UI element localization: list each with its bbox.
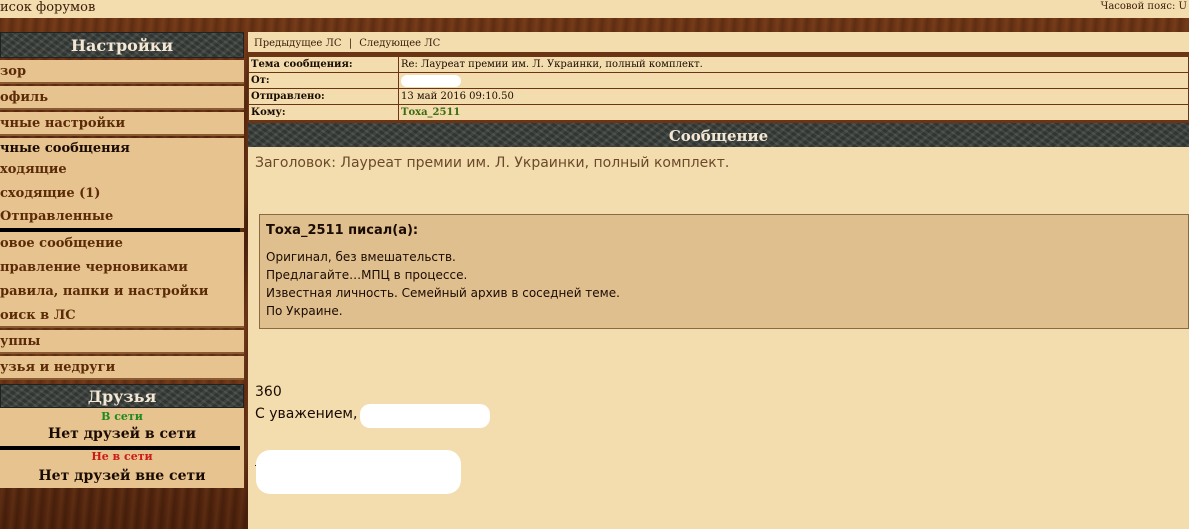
meta-key: Тема сообщения:: [248, 56, 399, 73]
message-panel: Предыдущее ЛС | Следующее ЛС Тема сообще…: [248, 32, 1189, 529]
nav-separator: |: [348, 38, 353, 49]
quote-line: Оригинал, без вмешательств.: [266, 250, 456, 264]
sidebar-item-outbox[interactable]: сходящие (1): [0, 182, 244, 206]
quote-block: Тоха_2511 писал(а): Оригинал, без вмешат…: [259, 214, 1189, 329]
offline-none-text: Нет друзей вне сети: [38, 468, 206, 484]
recipient-link[interactable]: Тоха_2511: [398, 104, 1189, 121]
sidebar-item-new-message[interactable]: овое сообщение: [0, 232, 244, 256]
sidebar-item-profile[interactable]: офиль: [0, 86, 244, 110]
redacted-sender: [401, 74, 461, 87]
sidebar-item-friends-foes[interactable]: узья и недруги: [0, 356, 244, 380]
meta-key: От:: [248, 72, 399, 89]
sidebar-item-rules-folders[interactable]: равила, папки и настройки: [0, 280, 244, 304]
quote-line: Предлагайте…МПЦ в процессе.: [266, 268, 468, 282]
signature-regards: С уважением,: [255, 406, 358, 422]
offline-label: Не в сети: [91, 450, 153, 463]
message-body: Заголовок: Лауреат премии им. Л. Украинк…: [248, 147, 1189, 494]
meta-value-sent: 13 май 2016 09:10.50: [398, 88, 1189, 105]
sidebar: Настройки зор офиль чные настройки чные …: [0, 32, 244, 488]
friends-panel: В сети Нет друзей в сети Не в сети Нет д…: [0, 408, 244, 488]
meta-row-to: Кому: Тоха_2511: [248, 104, 1189, 121]
sidebar-item-sent[interactable]: Отправленные: [0, 206, 244, 228]
online-none-text: Нет друзей в сети: [48, 426, 196, 442]
redacted-signature-image: [256, 450, 461, 494]
prev-pm-link[interactable]: Предыдущее ЛС: [254, 38, 342, 49]
meta-row-subject: Тема сообщения: Re: Лауреат премии им. Л…: [248, 56, 1189, 73]
meta-row-sent: Отправлено: 13 май 2016 09:10.50: [248, 88, 1189, 105]
meta-value-subject: Re: Лауреат премии им. Л. Украинки, полн…: [398, 56, 1189, 73]
sidebar-section-private-messages[interactable]: чные сообщения: [0, 138, 244, 160]
message-subject: Заголовок: Лауреат премии им. Л. Украинк…: [255, 155, 730, 171]
message-header: Сообщение: [248, 121, 1189, 147]
message-meta-table: Тема сообщения: Re: Лауреат премии им. Л…: [248, 56, 1189, 121]
sidebar-item-overview[interactable]: зор: [0, 60, 244, 84]
forums-list-link[interactable]: исок форумов: [0, 0, 95, 16]
sidebar-item-groups[interactable]: уппы: [0, 330, 244, 354]
redacted-signature-name: [360, 404, 490, 428]
next-pm-link[interactable]: Следующее ЛС: [359, 38, 440, 49]
meta-row-from: От:: [248, 72, 1189, 89]
sidebar-item-inbox[interactable]: ходящие: [0, 160, 244, 182]
sidebar-item-pm-search[interactable]: оиск в ЛС: [0, 304, 244, 328]
pm-navigation: Предыдущее ЛС | Следующее ЛС: [248, 32, 1189, 56]
signature-number: 360: [255, 384, 282, 400]
timezone-label: Часовой пояс: U: [1100, 1, 1187, 12]
quote-line: Известная личность. Семейный архив в сос…: [266, 286, 620, 300]
online-label: В сети: [101, 410, 143, 423]
top-bar: исок форумов Часовой пояс: U: [0, 0, 1189, 18]
settings-header: Настройки: [0, 32, 244, 58]
meta-key: Отправлено:: [248, 88, 399, 105]
sidebar-item-drafts[interactable]: правление черновиками: [0, 256, 244, 280]
meta-key: Кому:: [248, 104, 399, 121]
friends-header: Друзья: [0, 384, 244, 408]
sidebar-item-personal-settings[interactable]: чные настройки: [0, 112, 244, 136]
meta-value-from: [398, 72, 1189, 89]
quote-line: По Украине.: [266, 304, 343, 318]
quote-author: Тоха_2511 писал(а):: [266, 223, 419, 238]
